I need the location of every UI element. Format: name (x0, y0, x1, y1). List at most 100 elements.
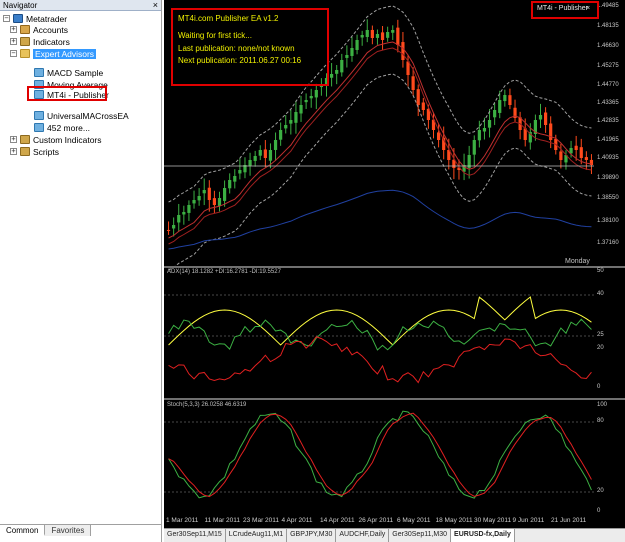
candle-body (309, 96, 313, 99)
candle-body (268, 150, 273, 161)
indicators-icon (20, 37, 30, 46)
tree-node-scripts[interactable]: + Scripts (10, 146, 59, 157)
custom-indicators-icon (20, 135, 30, 144)
subwindow-separator[interactable] (164, 398, 625, 400)
chart-tab[interactable]: Ger30Sep11,M30 (389, 529, 452, 542)
tree-node-accounts[interactable]: + Accounts (10, 24, 68, 35)
expand-icon[interactable]: + (10, 148, 17, 155)
candle-body (574, 145, 578, 150)
candle-body (212, 198, 217, 205)
long-ma-line (168, 189, 592, 250)
price-tick-label: 1.46630 (597, 43, 619, 49)
date-axis: 1 Mar 2011 11 Mar 2011 23 Mar 2011 4 Apr 20… (164, 515, 594, 528)
subwindow-separator[interactable] (164, 266, 625, 268)
tree-label-scripts: Scripts (33, 146, 59, 157)
price-tick-label: 1.49485 (597, 3, 619, 9)
candle-body (187, 205, 191, 213)
folder-icon (20, 49, 30, 58)
expert-advisor-icon (34, 123, 44, 132)
price-tick-label: 1.38100 (597, 218, 619, 224)
stoch-tick-label: 80 (597, 418, 604, 424)
candle-body (314, 90, 318, 98)
candle-body (579, 147, 583, 158)
tree-node-universal-ma-cross[interactable]: UniversalMACrossEA (34, 110, 129, 121)
candle-body (177, 215, 181, 223)
date-tick-label: 30 May 2011 (474, 517, 512, 524)
bollinger-lower-line (168, 73, 592, 271)
tab-favorites[interactable]: Favorites (45, 525, 92, 536)
tree-node-expert-advisors[interactable]: − Expert Advisors (10, 48, 97, 59)
price-tick-label: 1.37160 (597, 240, 619, 246)
adx-tick-label: 50 (597, 268, 604, 274)
candle-body (487, 120, 492, 128)
stoch-signal-line (168, 412, 592, 498)
tree-label-indicators: Indicators (33, 36, 70, 47)
candle-body (538, 115, 543, 120)
expand-icon[interactable]: + (10, 136, 17, 143)
price-tick-label: 1.39890 (597, 175, 619, 181)
date-tick-label: 18 May 2011 (435, 517, 473, 524)
candle-body (304, 100, 308, 103)
tree-node-root[interactable]: − Metatrader (3, 13, 67, 24)
candle-body (182, 212, 186, 215)
tree-label-custom-indicators: Custom Indicators (33, 134, 102, 145)
scripts-icon (20, 147, 30, 156)
tree-label-universal: UniversalMACrossEA (47, 110, 129, 121)
expand-icon[interactable]: + (10, 26, 17, 33)
ea-status-waiting: Waiting for first tick... (178, 31, 252, 40)
collapse-icon[interactable]: − (10, 50, 17, 57)
tree-node-macd-sample[interactable]: MACD Sample (34, 67, 103, 78)
candle-body (543, 112, 548, 125)
chart-tab[interactable]: LCrudeAug11,M1 (226, 529, 288, 542)
candle-body (192, 200, 196, 204)
date-tick-label: 11 Mar 2011 (204, 517, 241, 524)
candle-body (299, 105, 303, 114)
price-scale (594, 0, 625, 528)
candle-body (386, 32, 390, 38)
chart-tab[interactable]: AUDCHF,Daily (336, 529, 390, 542)
stoch-tick-label: 0 (597, 508, 601, 514)
date-tick-label: 9 Jun 2011 (512, 517, 545, 524)
adx-title: ADX(14) 18.1282 +DI:16.2781 -DI:19.5527 (167, 269, 281, 275)
tree-node-indicators[interactable]: + Indicators (10, 36, 70, 47)
candle-body (380, 32, 385, 40)
candle-body (172, 225, 176, 229)
candle-body (355, 40, 359, 50)
candle-body (391, 30, 395, 33)
close-icon[interactable]: × (586, 5, 590, 12)
adx-tick-label: 25 (597, 332, 604, 338)
candle-body (202, 190, 206, 194)
price-tick-label: 1.42835 (597, 118, 619, 124)
candle-body (197, 196, 201, 201)
chart-tab[interactable]: Ger30Sep11,M15 (164, 529, 226, 542)
highlight-box-navigator (27, 86, 107, 101)
stoch-tick-label: 20 (597, 488, 604, 494)
collapse-icon[interactable]: − (3, 15, 10, 22)
candle-body (396, 27, 400, 45)
date-tick-label: 21 Jun 2011 (551, 517, 587, 524)
candle-body (329, 74, 334, 78)
candle-body (482, 128, 487, 132)
chart-tab[interactable]: EURUSD-fx,Daily (451, 529, 515, 542)
tree-node-custom-indicators[interactable]: + Custom Indicators (10, 134, 102, 145)
expand-icon[interactable]: + (10, 38, 17, 45)
close-icon[interactable]: × (153, 0, 158, 10)
candle-body (279, 130, 283, 140)
candle-body (493, 110, 497, 118)
candle-body (411, 76, 415, 90)
stoch-tick-label: 100 (597, 402, 608, 408)
date-tick-label: 23 Mar 2011 (243, 517, 280, 524)
navigator-header: Navigator × (0, 0, 161, 11)
candle-body (166, 229, 171, 231)
candle-body (284, 125, 288, 129)
candle-body (217, 198, 222, 207)
tab-common[interactable]: Common (0, 525, 46, 536)
price-tick-label: 1.45275 (597, 63, 619, 69)
candle-body (365, 30, 369, 37)
chart-tab[interactable]: GBPJPY,M30 (287, 529, 337, 542)
metatrader-icon (13, 14, 23, 23)
tree-label-macd: MACD Sample (47, 67, 104, 78)
tree-node-more[interactable]: 452 more... (34, 122, 90, 133)
price-tick-label: 1.48135 (597, 23, 619, 29)
candle-body (436, 132, 441, 140)
